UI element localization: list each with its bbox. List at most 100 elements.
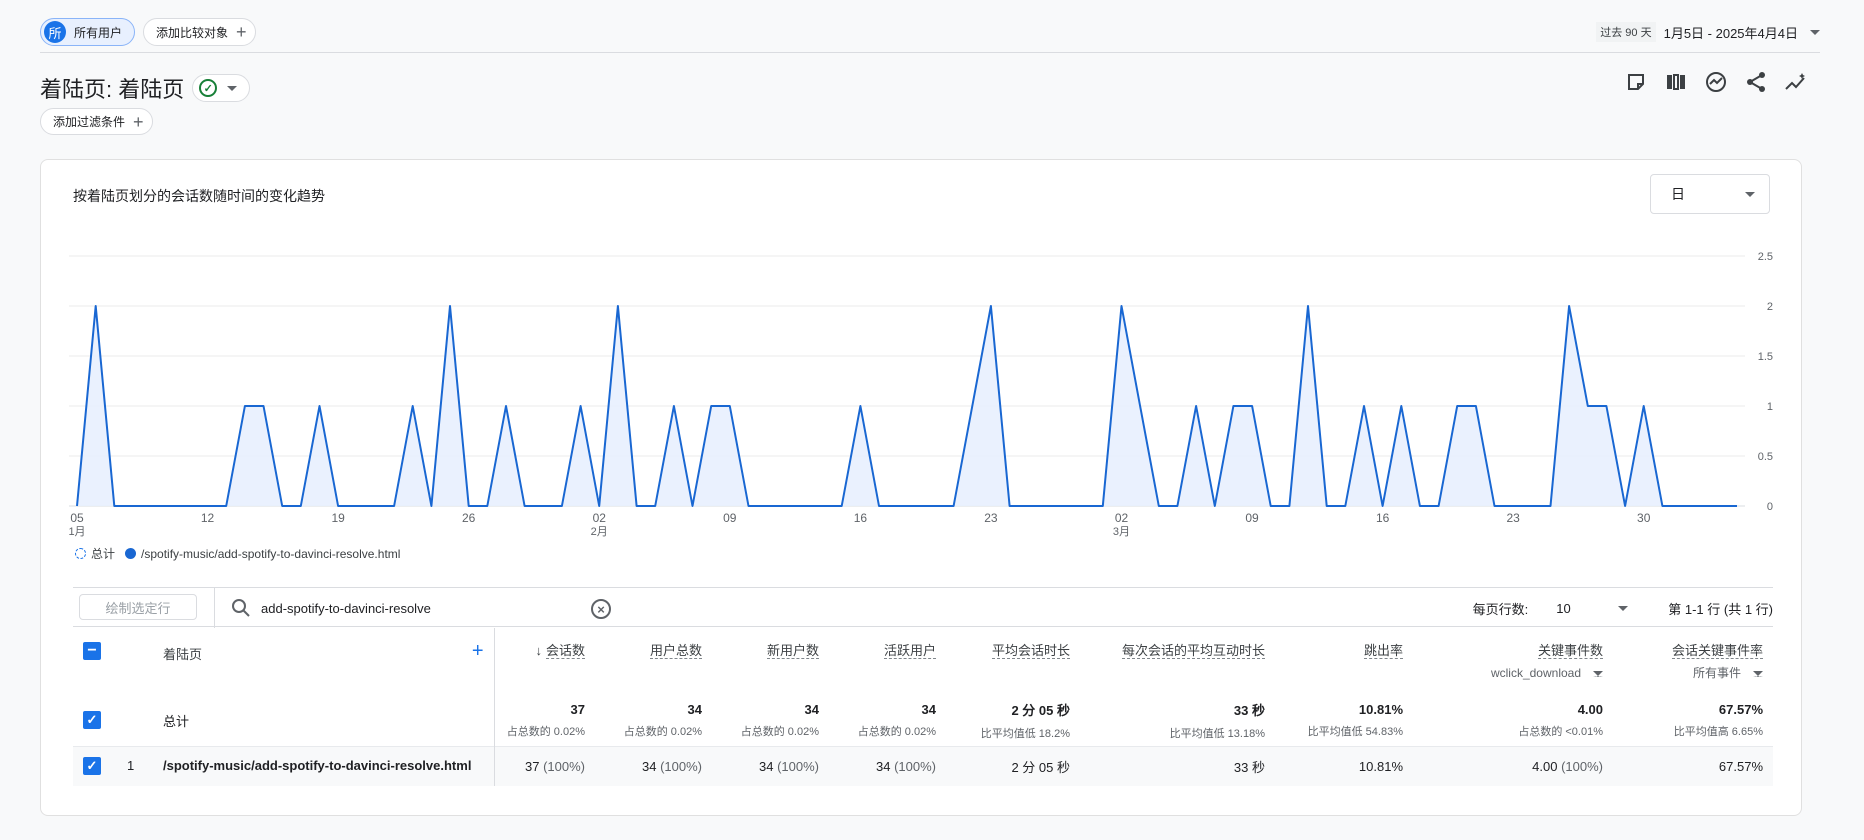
total-value: 10.81% [1358, 701, 1403, 717]
chevron-down-icon [1593, 671, 1603, 677]
cell-value: 34 [641, 758, 657, 774]
all-users-label: 所有用户 [74, 25, 123, 40]
row-cell: 4.00 (100%) [1413, 745, 1613, 786]
all-users-chip[interactable]: 所 所有用户 [40, 18, 135, 46]
table-row[interactable]: ✓ 1 /spotify-music/add-spotify-to-davinci… [73, 745, 1773, 786]
total-value: 34 [921, 701, 936, 717]
cell-value: 67.57% [1718, 758, 1763, 774]
col-session-key-event-rate[interactable]: 会话关键事件率 所有事件 [1613, 628, 1773, 694]
col-key-events[interactable]: 关键事件数 wclick_download [1413, 628, 1613, 694]
row-checkbox[interactable]: ✓ [83, 757, 101, 776]
granularity-select[interactable]: 日 [1650, 174, 1770, 214]
cell-value: 2 分 05 秒 [1011, 759, 1070, 775]
key-event-rate-select[interactable]: 所有事件 [1623, 664, 1763, 682]
series-legend-dot [125, 548, 137, 559]
comparison-bar: 所 所有用户 添加比较对象 + 过去 90 天 1月5日 - 2025年4月4日 [40, 16, 1820, 53]
row-cell: 37 (100%) [494, 745, 595, 786]
total-note: 比平均值低 54.83% [1307, 725, 1403, 738]
chevron-down-icon[interactable] [1618, 605, 1629, 611]
y-tick-label: 2.5 [1758, 251, 1773, 263]
col-avg-engagement-time[interactable]: 每次会话的平均互动时长 [1080, 628, 1275, 694]
totals-checkbox-cell[interactable]: ✓ [73, 693, 153, 746]
total-value: 33 秒 [1233, 702, 1265, 718]
x-tick-label: 02 [593, 511, 607, 525]
col-sessions-label: 会话数 [545, 643, 585, 659]
row-cell: 10.81% [1275, 745, 1413, 786]
x-tick-month-label: 1月 [68, 526, 85, 538]
table-search[interactable]: add-spotify-to-davinci-resolve × [214, 588, 629, 628]
total-cell: 34 占总数的 0.02% [595, 693, 712, 746]
row-cell: 33 秒 [1080, 745, 1275, 786]
search-input[interactable]: add-spotify-to-davinci-resolve [261, 601, 431, 616]
date-range-value: 1月5日 - 2025年4月4日 [1663, 25, 1798, 41]
row-landing-page[interactable]: /spotify-music/add-spotify-to-davinci-re… [153, 745, 495, 786]
row-checkbox-cell[interactable]: ✓ 1 [73, 745, 153, 786]
key-events-select[interactable]: wclick_download [1423, 664, 1603, 682]
compare-columns-icon[interactable] [1664, 70, 1688, 94]
add-filter-label: 添加过滤条件 [53, 115, 126, 129]
sessions-line-chart: 2.521.510.50051月12 19 26 022月09 16 23 023月09 16… [68, 251, 1773, 538]
date-range-picker[interactable]: 过去 90 天 1月5日 - 2025年4月4日 [1596, 22, 1820, 42]
total-cell: 67.57% 比平均值高 6.65% [1613, 693, 1773, 746]
total-note: 占总数的 0.02% [740, 725, 819, 738]
col-new-users[interactable]: 新用户数 [712, 628, 829, 694]
col-sessions[interactable]: ↓ 会话数 [494, 628, 595, 694]
plot-rows-button[interactable]: 绘制选定行 [79, 594, 197, 620]
col-avg-session-duration[interactable]: 平均会话时长 [946, 628, 1080, 694]
row-cell: 67.57% [1613, 745, 1773, 786]
total-cell: 4.00 占总数的 <0.01% [1413, 693, 1613, 746]
share-icon[interactable] [1744, 70, 1768, 94]
x-tick-month-label: 3月 [1113, 526, 1130, 538]
check-circle-icon: ✓ [199, 79, 218, 97]
total-note: 占总数的 0.02% [506, 725, 585, 738]
select-all-checkbox[interactable]: − [83, 642, 101, 660]
total-cell: 34 占总数的 0.02% [829, 693, 946, 746]
y-tick-label: 2 [1767, 301, 1773, 313]
add-filter-button[interactable]: 添加过滤条件 + [40, 108, 153, 135]
total-value: 4.00 [1577, 701, 1603, 717]
report-status-button[interactable]: ✓ [192, 74, 251, 102]
add-comparison-button[interactable]: 添加比较对象 + [143, 18, 256, 46]
page-title: 着陆页: 着陆页 [40, 77, 185, 102]
total-note: 比平均值低 18.2% [980, 727, 1070, 740]
cell-value: 33 秒 [1233, 759, 1265, 775]
x-tick-label: 09 [1245, 511, 1259, 525]
add-dimension-icon[interactable]: + [472, 641, 484, 661]
chevron-down-icon [227, 85, 238, 91]
totals-checkbox[interactable]: ✓ [83, 711, 101, 729]
x-tick-label: 09 [723, 511, 737, 525]
col-active-users[interactable]: 活跃用户 [829, 628, 946, 694]
totals-row: ✓ 总计 37 占总数的 0.02% 34 占总数的 0.02% 34 占总数的 0.… [73, 693, 1773, 746]
note-icon[interactable] [1624, 70, 1648, 94]
chevron-down-icon [1810, 29, 1820, 35]
legend-total: 总计 [91, 547, 116, 561]
auto-insights-icon[interactable] [1784, 70, 1808, 94]
table-toolbar: 绘制选定行 add-spotify-to-davinci-resolve × 每… [73, 587, 1773, 628]
rows-per-page-label: 每页行数: [1472, 601, 1529, 617]
dimension-header-label: 着陆页 [163, 647, 203, 662]
row-cell: 34 (100%) [712, 745, 829, 786]
total-note: 比平均值高 6.65% [1673, 725, 1763, 738]
total-cell: 34 占总数的 0.02% [712, 693, 829, 746]
cell-percent: (100%) [543, 758, 585, 774]
cell-value: 10.81% [1358, 758, 1403, 774]
col-key-events-label: 关键事件数 [1537, 643, 1603, 659]
insights-chart-icon[interactable] [1704, 70, 1728, 94]
col-bounce-rate[interactable]: 跳出率 [1275, 628, 1413, 694]
clear-search-icon[interactable]: × [591, 599, 611, 619]
row-index: 1 [127, 758, 135, 774]
x-tick-label: 30 [1637, 511, 1651, 525]
col-total-users[interactable]: 用户总数 [595, 628, 712, 694]
select-all-cell[interactable]: − [73, 628, 153, 694]
chart-legend: 总计 /spotify-music/add-spotify-to-davinci… [75, 545, 400, 562]
y-tick-label: 1.5 [1758, 351, 1773, 363]
rows-per-page-select[interactable]: 10 [1556, 601, 1606, 616]
pagination: 每页行数: 10 第 1-1 行 (共 1 行) [1473, 588, 1773, 628]
cell-percent: (100%) [1561, 758, 1603, 774]
cell-percent: (100%) [894, 758, 936, 774]
chevron-down-icon [1753, 671, 1763, 677]
total-value: 2 分 05 秒 [1011, 702, 1070, 718]
x-tick-label: 16 [1376, 511, 1390, 525]
total-note: 比平均值低 13.18% [1169, 727, 1265, 740]
granularity-value: 日 [1671, 186, 1685, 202]
